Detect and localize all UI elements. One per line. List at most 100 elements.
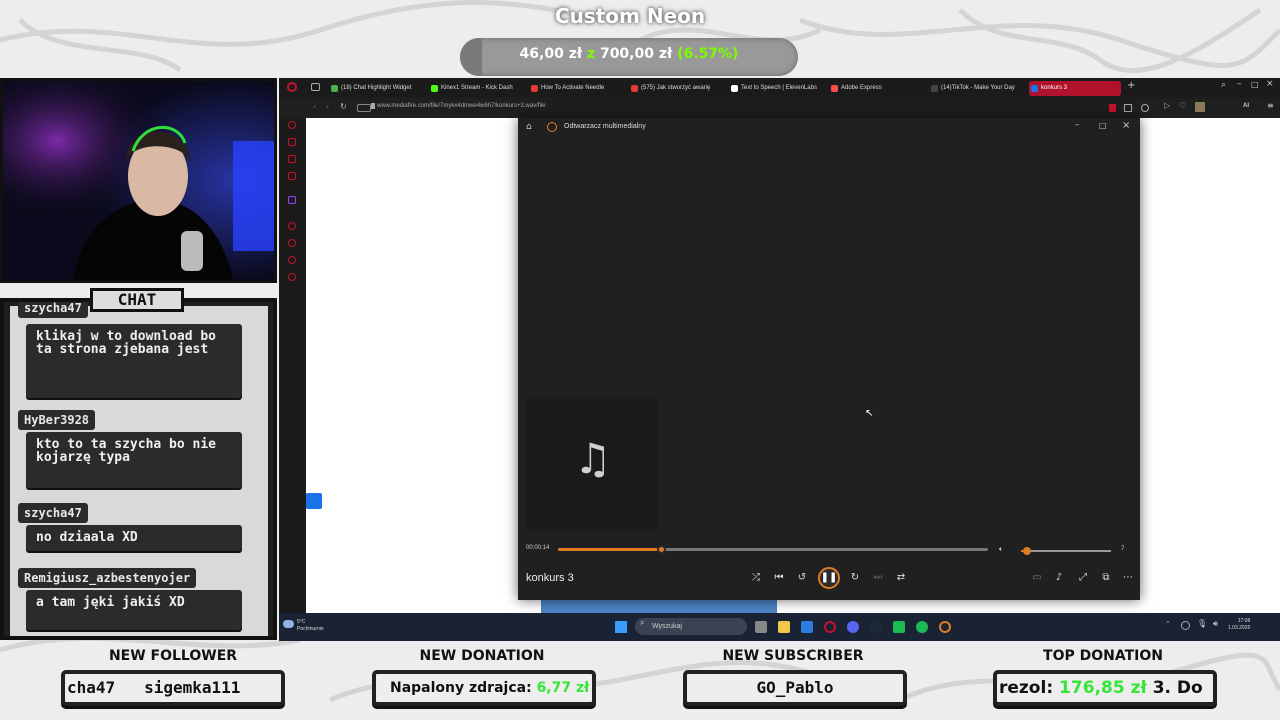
chat-username: szycha47 bbox=[18, 302, 88, 318]
start-icon[interactable] bbox=[615, 621, 627, 633]
heart-icon[interactable]: ♡ bbox=[1179, 101, 1186, 110]
sidebar-settings-icon[interactable] bbox=[288, 273, 296, 281]
seek-bar-handle[interactable] bbox=[657, 545, 667, 554]
play-icon[interactable]: ▷ bbox=[1164, 101, 1170, 110]
rewind-10-icon[interactable]: ↺ bbox=[795, 572, 809, 583]
seek-bar-fill bbox=[558, 548, 662, 551]
chat-message: a tam jęki jakiś XD bbox=[26, 590, 242, 630]
chat-panel: szycha47 klikaj w to download bo ta stro… bbox=[0, 298, 277, 640]
aria-ai-icon[interactable]: AI bbox=[1243, 103, 1249, 109]
next-icon[interactable]: ⏭︎ bbox=[871, 572, 885, 583]
webcam-image bbox=[3, 81, 274, 280]
sidebar-history-icon[interactable] bbox=[288, 222, 296, 230]
sidebar-instagram-icon[interactable] bbox=[288, 172, 296, 180]
back-icon[interactable]: ‹ bbox=[313, 102, 316, 111]
tab-elevenlabs[interactable]: Text to Speech | ElevenLabs bbox=[729, 81, 821, 96]
reload-icon[interactable]: ↻ bbox=[340, 102, 347, 111]
volume-slider[interactable] bbox=[1021, 547, 1111, 555]
captions-icon[interactable]: ▭ bbox=[1030, 572, 1044, 583]
audio-track-icon[interactable]: ♪ bbox=[1052, 572, 1066, 583]
tray-app-icon[interactable] bbox=[1181, 621, 1190, 630]
url-field[interactable]: www.mediafire.com/file/7mykx4dmwe4w6h7/k… bbox=[377, 103, 546, 109]
tab-kick[interactable]: Kinex1 Stream - Kick Dash bbox=[429, 81, 521, 96]
new-follower-value: cha47 sigemka111 bbox=[67, 678, 241, 697]
weather-widget[interactable]: 5°C Pochmurnie bbox=[297, 619, 324, 633]
snapshot-icon[interactable] bbox=[1141, 104, 1149, 112]
chat-message: kto to ta szycha bo nie kojarzę typa bbox=[26, 432, 242, 488]
mini-player-icon[interactable]: ⧉ bbox=[1099, 572, 1113, 583]
player-maximize-icon[interactable]: □ bbox=[1099, 121, 1107, 130]
sidebar-whatsapp-icon[interactable] bbox=[288, 155, 296, 163]
minimize-icon[interactable]: – bbox=[1237, 79, 1242, 89]
steam-icon[interactable] bbox=[870, 621, 882, 633]
close-icon[interactable]: × bbox=[1266, 79, 1274, 89]
top-donation-box: rezol: 176,85 zł 3. Do bbox=[993, 670, 1217, 706]
weather-cloud-icon[interactable] bbox=[283, 620, 294, 628]
seek-bar[interactable] bbox=[558, 545, 988, 554]
search-icon: ⌕ bbox=[640, 618, 645, 627]
tab-label: konkurs 3 bbox=[1041, 85, 1068, 91]
tab-youtube-awaria[interactable]: (575) Jak stworzyć awarię bbox=[629, 81, 721, 96]
volume-level: 7 bbox=[1121, 546, 1125, 552]
sidebar-messenger-icon[interactable] bbox=[288, 138, 296, 146]
opera-logo-icon[interactable] bbox=[287, 82, 297, 92]
task-view-icon[interactable] bbox=[755, 621, 767, 633]
sidebar-twitch-icon[interactable] bbox=[288, 196, 296, 204]
discord-icon[interactable] bbox=[847, 621, 859, 633]
mail-icon[interactable] bbox=[801, 621, 813, 633]
player-close-icon[interactable]: × bbox=[1122, 120, 1130, 131]
tab-konkurs[interactable]: konkurs 3 bbox=[1029, 81, 1121, 96]
search-tabs-icon[interactable]: ⌕ bbox=[1221, 80, 1226, 90]
forward-30-icon[interactable]: ↻ bbox=[848, 572, 862, 583]
sidebar-extension-icon[interactable] bbox=[288, 256, 296, 264]
top-donation-label: TOP DONATION bbox=[1043, 648, 1163, 664]
fullscreen-icon[interactable]: ⤢ bbox=[1076, 572, 1090, 583]
tab-label: (18) Chat Highlight Widget bbox=[341, 85, 412, 91]
media-player-taskbar-icon[interactable] bbox=[939, 621, 951, 633]
bookmark-icon[interactable] bbox=[1109, 104, 1116, 112]
floating-widget-icon[interactable] bbox=[306, 493, 322, 509]
browser-window: (18) Chat Highlight Widget Kinex1 Stream… bbox=[279, 78, 1280, 641]
maximize-icon[interactable]: □ bbox=[1251, 80, 1259, 89]
tab-adobe-express[interactable]: Adobe Express bbox=[829, 81, 921, 96]
more-options-icon[interactable]: ⋯ bbox=[1121, 572, 1135, 583]
tab-list-icon[interactable] bbox=[311, 83, 320, 91]
pause-button[interactable]: ❚❚ bbox=[818, 567, 840, 589]
top-donation-amount: 176,85 zł bbox=[1059, 678, 1147, 698]
new-tab-icon[interactable]: + bbox=[1127, 80, 1135, 91]
spotify-icon[interactable] bbox=[916, 621, 928, 633]
address-bar: ‹ › ↻ www.mediafire.com/file/7mykx4dmwe4… bbox=[279, 98, 1280, 118]
tray-chevron-icon[interactable]: ⌃ bbox=[1165, 620, 1171, 628]
player-minimize-icon[interactable]: – bbox=[1075, 120, 1080, 130]
menu-icon[interactable]: ≡ bbox=[1267, 101, 1274, 110]
vpn-icon[interactable] bbox=[357, 104, 371, 112]
profile-avatar[interactable] bbox=[1195, 102, 1205, 112]
previous-icon[interactable]: ⏮︎ bbox=[772, 572, 786, 583]
new-donation-label: NEW DONATION bbox=[419, 648, 545, 664]
taskbar-search[interactable]: ⌕ Wyszukaj bbox=[635, 618, 747, 635]
microphone-icon[interactable]: 🎙︎ bbox=[1197, 619, 1207, 628]
tab-tiktok[interactable]: (14)TikTok - Make Your Day bbox=[929, 81, 1021, 96]
extension-icon[interactable] bbox=[1124, 104, 1132, 112]
sidebar-clock-icon[interactable] bbox=[288, 239, 296, 247]
home-icon[interactable]: ⌂ bbox=[526, 122, 532, 132]
chat-message: no dziaala XD bbox=[26, 525, 242, 551]
file-explorer-icon[interactable] bbox=[778, 621, 790, 633]
track-title: konkurs 3 bbox=[526, 572, 574, 584]
shuffle-icon[interactable]: ⤮ bbox=[749, 572, 763, 583]
opera-taskbar-icon[interactable] bbox=[824, 621, 836, 633]
volume-handle[interactable] bbox=[1023, 547, 1032, 555]
tab-label: (575) Jak stworzyć awarię bbox=[641, 85, 711, 91]
tab-youtube-needle[interactable]: How To Activate Needle bbox=[529, 81, 621, 96]
speaker-icon[interactable]: 🔊︎ bbox=[1213, 619, 1218, 629]
tab-chat-highlight[interactable]: (18) Chat Highlight Widget bbox=[329, 81, 421, 96]
taskbar-clock[interactable]: 17:08 1.03.2026 bbox=[1228, 618, 1250, 632]
sidebar-aria-icon[interactable] bbox=[288, 121, 296, 129]
app-green-icon[interactable] bbox=[893, 621, 905, 633]
forward-icon[interactable]: › bbox=[326, 102, 329, 111]
tab-favicon-icon bbox=[831, 85, 838, 92]
weather-temperature: 5°C bbox=[297, 619, 306, 625]
tab-favicon-icon bbox=[431, 85, 438, 92]
volume-icon[interactable]: 🔈︎ bbox=[999, 545, 1003, 554]
repeat-off-icon[interactable]: ⇄ bbox=[894, 572, 908, 583]
